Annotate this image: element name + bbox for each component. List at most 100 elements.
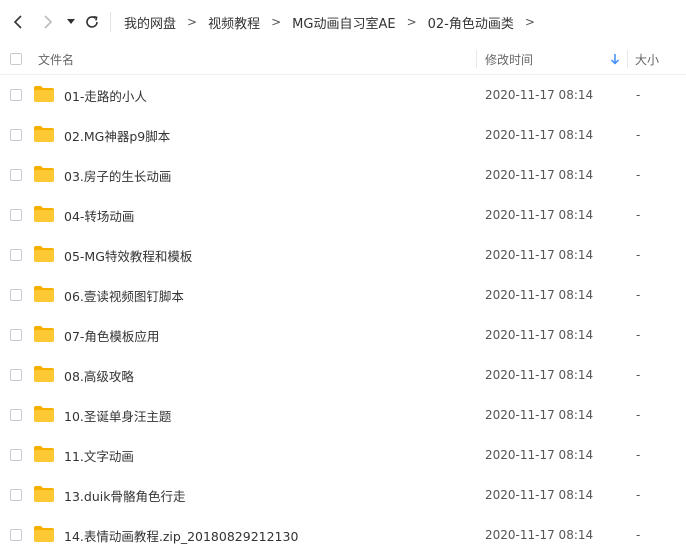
row-checkbox-cell (10, 409, 22, 421)
file-size: - (636, 168, 641, 182)
modified-time: 2020-11-17 08:14 (485, 208, 594, 222)
folder-icon (34, 206, 54, 222)
file-name[interactable]: 04-转场动画 (64, 195, 134, 235)
history-dropdown-button[interactable] (64, 10, 78, 34)
row-checkbox[interactable] (10, 369, 22, 381)
row-checkbox-cell (10, 249, 22, 261)
file-row[interactable]: 02.MG神器p9脚本 2020-11-17 08:14 - (0, 115, 686, 155)
modified-time: 2020-11-17 08:14 (485, 488, 594, 502)
folder-icon (34, 526, 54, 542)
select-all-checkbox[interactable] (10, 53, 22, 65)
row-checkbox[interactable] (10, 289, 22, 301)
navigation-bar: 我的网盘 > 视频教程 > MG动画自习室AE > 02-角色动画类 > (0, 0, 686, 44)
file-size: - (636, 208, 641, 222)
file-name[interactable]: 01-走路的小人 (64, 75, 147, 115)
back-button[interactable] (8, 10, 28, 34)
chevron-right-icon (44, 15, 53, 29)
breadcrumb-item-current[interactable]: 02-角色动画类 (428, 13, 514, 32)
row-checkbox[interactable] (10, 169, 22, 181)
breadcrumb-item[interactable]: 我的网盘 (124, 13, 176, 32)
modified-time: 2020-11-17 08:14 (485, 88, 594, 102)
file-size: - (636, 288, 641, 302)
modified-time: 2020-11-17 08:14 (485, 168, 594, 182)
column-header-name[interactable]: 文件名 (38, 44, 74, 74)
folder-icon (34, 286, 54, 302)
file-size: - (636, 488, 641, 502)
file-row[interactable]: 06.壹读视频图钉脚本 2020-11-17 08:14 - (0, 275, 686, 315)
file-name[interactable]: 14.表情动画教程.zip_20180829212130 (64, 515, 298, 555)
file-name[interactable]: 08.高级攻略 (64, 355, 134, 395)
file-name[interactable]: 02.MG神器p9脚本 (64, 115, 170, 155)
file-row[interactable]: 13.duik骨骼角色行走 2020-11-17 08:14 - (0, 475, 686, 515)
breadcrumb-item[interactable]: MG动画自习室AE (292, 13, 395, 32)
row-checkbox[interactable] (10, 129, 22, 141)
arrow-down-icon (610, 54, 620, 65)
file-name[interactable]: 13.duik骨骼角色行走 (64, 475, 185, 515)
modified-time: 2020-11-17 08:14 (485, 368, 594, 382)
breadcrumb-item[interactable]: 视频教程 (208, 13, 260, 32)
row-checkbox-cell (10, 489, 22, 501)
file-row[interactable]: 05-MG特效教程和模板 2020-11-17 08:14 - (0, 235, 686, 275)
breadcrumb: 我的网盘 > 视频教程 > MG动画自习室AE > 02-角色动画类 > (124, 0, 546, 44)
row-checkbox[interactable] (10, 409, 22, 421)
file-name[interactable]: 10.圣诞单身汪主题 (64, 395, 171, 435)
row-checkbox-cell (10, 529, 22, 541)
breadcrumb-separator: > (406, 15, 417, 29)
file-row[interactable]: 14.表情动画教程.zip_20180829212130 2020-11-17 0… (0, 515, 686, 555)
row-checkbox[interactable] (10, 489, 22, 501)
modified-time: 2020-11-17 08:14 (485, 448, 594, 462)
file-row[interactable]: 11.文字动画 2020-11-17 08:14 - (0, 435, 686, 475)
file-row[interactable]: 01-走路的小人 2020-11-17 08:14 - (0, 75, 686, 115)
row-checkbox-cell (10, 129, 22, 141)
file-size: - (636, 528, 641, 542)
file-size: - (636, 248, 641, 262)
chevron-left-icon (13, 15, 22, 29)
caret-down-icon (67, 19, 75, 24)
refresh-icon (86, 15, 98, 28)
file-row[interactable]: 04-转场动画 2020-11-17 08:14 - (0, 195, 686, 235)
folder-icon (34, 86, 54, 102)
row-checkbox[interactable] (10, 329, 22, 341)
row-checkbox-cell (10, 89, 22, 101)
file-size: - (636, 448, 641, 462)
row-checkbox[interactable] (10, 249, 22, 261)
column-header-time[interactable]: 修改时间 (485, 44, 533, 74)
folder-icon (34, 246, 54, 262)
row-checkbox[interactable] (10, 89, 22, 101)
file-name[interactable]: 07-角色模板应用 (64, 315, 159, 355)
row-checkbox-cell (10, 369, 22, 381)
file-size: - (636, 368, 641, 382)
file-name[interactable]: 11.文字动画 (64, 435, 134, 475)
modified-time: 2020-11-17 08:14 (485, 528, 594, 542)
folder-icon (34, 366, 54, 382)
row-checkbox[interactable] (10, 529, 22, 541)
file-row[interactable]: 10.圣诞单身汪主题 2020-11-17 08:14 - (0, 395, 686, 435)
folder-icon (34, 406, 54, 422)
breadcrumb-separator: > (271, 15, 282, 29)
file-row[interactable]: 07-角色模板应用 2020-11-17 08:14 - (0, 315, 686, 355)
file-name[interactable]: 03.房子的生长动画 (64, 155, 171, 195)
modified-time: 2020-11-17 08:14 (485, 288, 594, 302)
sort-indicator[interactable] (610, 44, 620, 74)
row-checkbox-cell (10, 329, 22, 341)
nav-divider (110, 12, 111, 32)
file-name[interactable]: 06.壹读视频图钉脚本 (64, 275, 184, 315)
modified-time: 2020-11-17 08:14 (485, 408, 594, 422)
folder-icon (34, 486, 54, 502)
file-list-header: 文件名 修改时间 大小 (0, 44, 686, 75)
column-divider[interactable] (476, 50, 477, 68)
column-divider[interactable] (627, 50, 628, 68)
modified-time: 2020-11-17 08:14 (485, 128, 594, 142)
row-checkbox[interactable] (10, 449, 22, 461)
file-row[interactable]: 03.房子的生长动画 2020-11-17 08:14 - (0, 155, 686, 195)
file-size: - (636, 408, 641, 422)
refresh-button[interactable] (82, 10, 102, 34)
forward-button[interactable] (38, 10, 58, 34)
folder-icon (34, 326, 54, 342)
file-name[interactable]: 05-MG特效教程和模板 (64, 235, 192, 275)
column-header-size[interactable]: 大小 (635, 44, 659, 74)
row-checkbox[interactable] (10, 209, 22, 221)
breadcrumb-separator: > (524, 15, 535, 29)
file-row[interactable]: 08.高级攻略 2020-11-17 08:14 - (0, 355, 686, 395)
folder-icon (34, 166, 54, 182)
